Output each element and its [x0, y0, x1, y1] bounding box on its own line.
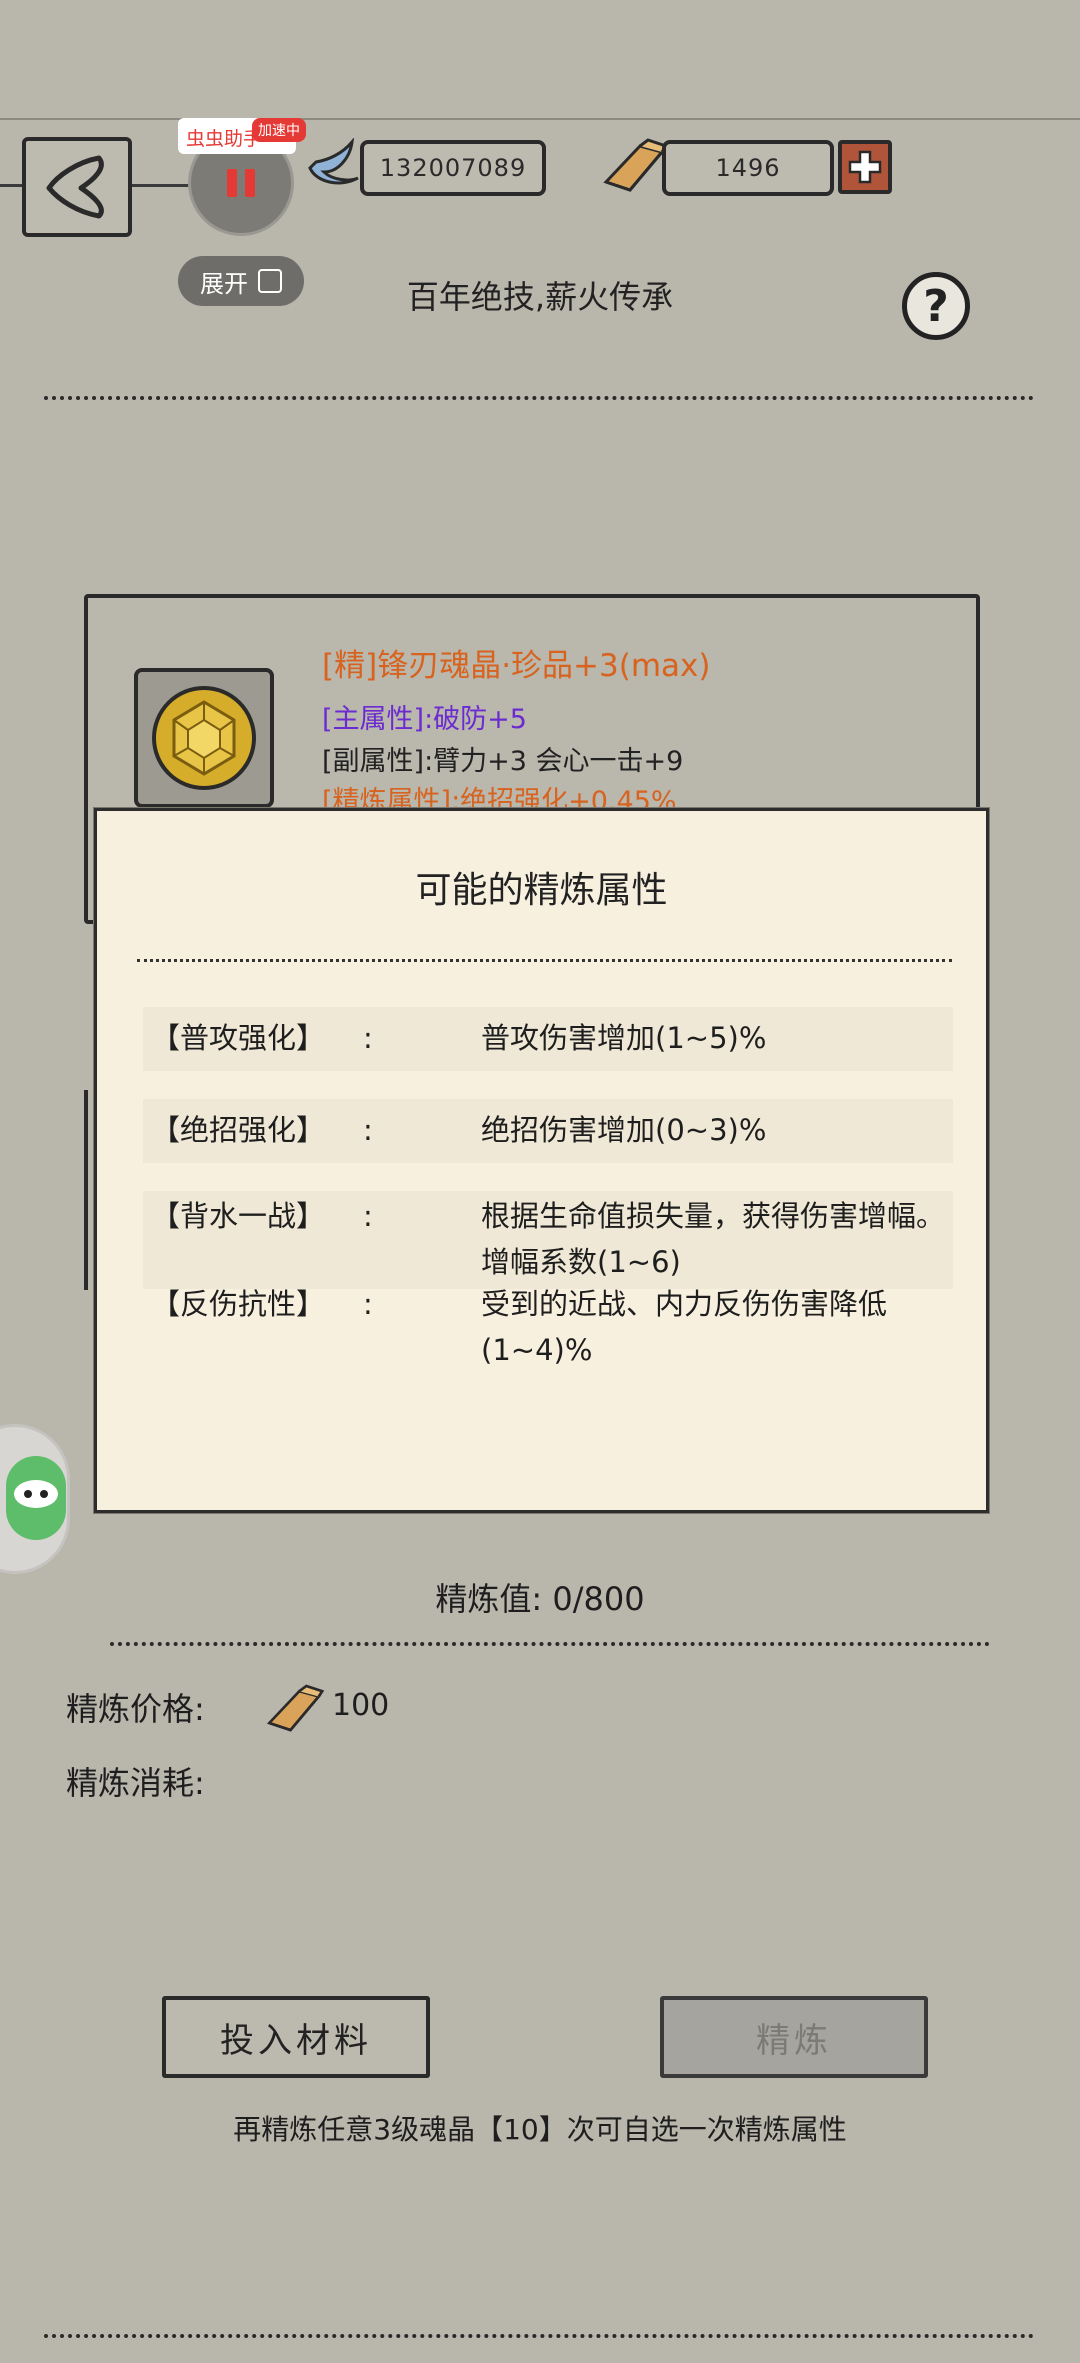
refine-hint: 再精炼任意3级魂晶【10】次可自选一次精炼属性	[233, 2113, 847, 2146]
attr-row: 【绝招强化】 : 绝招伤害增加(0~3)%	[143, 1099, 953, 1163]
silver-amount-box: 132007089	[360, 140, 546, 196]
helper-status-badge: 加速中	[252, 118, 306, 142]
refine-attributes-popup: 可能的精炼属性 【普攻强化】 : 普攻伤害增加(1~5)% 【绝招强化】 : 绝…	[94, 808, 989, 1513]
pause-icon	[227, 169, 255, 197]
gold-bar-icon	[603, 138, 668, 192]
attr-key: 【背水一战】	[151, 1199, 326, 1233]
refine-consume-label: 精炼消耗:	[66, 1764, 205, 1802]
back-arrow-icon	[46, 155, 104, 219]
attr-row: 【普攻强化】 : 普攻伤害增加(1~5)%	[143, 1007, 953, 1071]
item-main-attr: [主属性]:破防+5	[322, 704, 527, 735]
attr-value: 绝招伤害增加(0~3)%	[481, 1113, 767, 1147]
attr-key: 【反伤抗性】	[151, 1287, 326, 1321]
attr-value: 普攻伤害增加(1~5)%	[481, 1021, 767, 1055]
add-materials-button[interactable]: 投入材料	[162, 1996, 430, 2078]
add-materials-label: 投入材料	[220, 2020, 372, 2061]
attr-row: 【背水一战】 : 根据生命值损失量，获得伤害增幅。增幅系数(1~6)	[143, 1191, 953, 1289]
item-slot[interactable]	[134, 668, 274, 808]
refine-value: 精炼值: 0/800	[435, 1580, 645, 1618]
help-icon: ?	[923, 280, 949, 332]
item-sub-attr: [副属性]:臂力+3 会心一击+9	[322, 746, 684, 777]
back-button[interactable]	[22, 137, 132, 237]
silver-ingot-icon	[308, 138, 359, 185]
header-divider-left	[0, 184, 22, 187]
attr-colon: :	[363, 1287, 373, 1321]
attr-colon: :	[363, 1113, 373, 1147]
popup-divider	[137, 959, 952, 962]
attr-colon: :	[363, 1199, 373, 1233]
refine-button[interactable]: 精炼	[660, 1996, 928, 2078]
header-divider-mid	[132, 184, 192, 187]
attr-value: 根据生命值损失量，获得伤害增幅。增幅系数(1~6)	[481, 1199, 946, 1279]
item-name: [精]锋刃魂晶·珍品+3(max)	[322, 648, 711, 684]
attr-row: 【反伤抗性】 : 受到的近战、内力反伤伤害降低(1~4)%	[143, 1279, 953, 1377]
divider	[44, 2334, 1034, 2338]
divider	[110, 1642, 990, 1646]
refine-price-amount: 100	[332, 1688, 390, 1723]
help-button[interactable]: ?	[902, 272, 970, 340]
gold-amount-box: 1496	[662, 140, 834, 196]
plus-icon	[848, 150, 882, 184]
add-gold-button[interactable]	[838, 140, 892, 194]
assistant-icon	[6, 1456, 66, 1540]
refine-price-label: 精炼价格:	[66, 1690, 205, 1728]
attr-value: 受到的近战、内力反伤伤害降低(1~4)%	[481, 1287, 888, 1367]
header-top-line	[0, 118, 1080, 120]
gem-icon	[152, 686, 256, 790]
gold-amount: 1496	[715, 154, 781, 182]
attr-key: 【普攻强化】	[151, 1021, 326, 1055]
silver-amount: 132007089	[379, 154, 527, 182]
divider	[44, 396, 1034, 400]
attr-colon: :	[363, 1021, 373, 1055]
side-panel-edge	[84, 1090, 88, 1290]
gold-bar-icon	[266, 1684, 324, 1732]
attr-key: 【绝招强化】	[151, 1113, 326, 1147]
refine-label: 精炼	[756, 2020, 832, 2061]
popup-title: 可能的精炼属性	[415, 870, 668, 911]
